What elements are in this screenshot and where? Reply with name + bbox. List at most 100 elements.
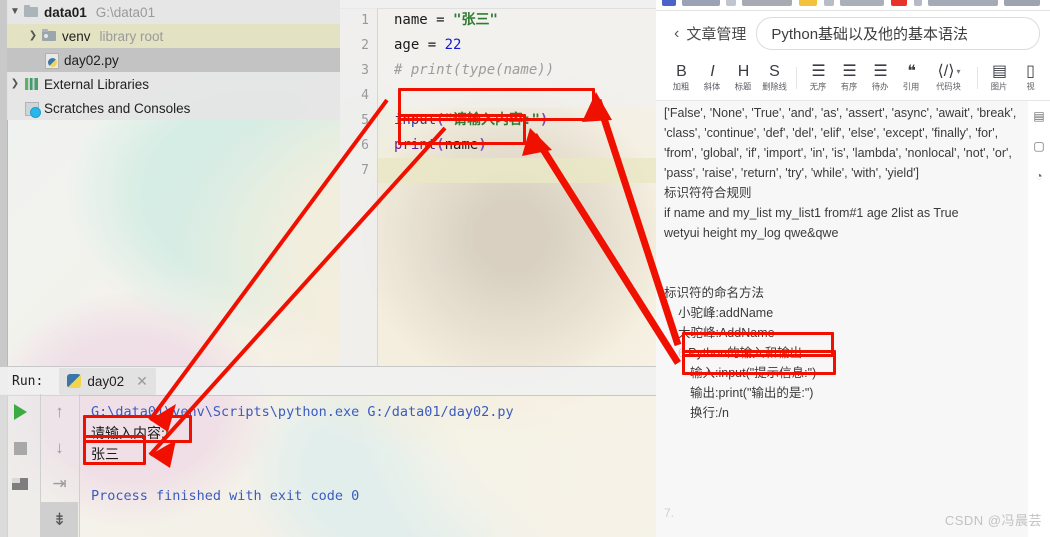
doc-line: 'from', 'global', 'if', 'import', 'in', … (664, 146, 1012, 160)
bookmark-icon[interactable] (1004, 0, 1040, 6)
bookmark-icon[interactable] (824, 0, 834, 6)
doc-line-blank (664, 423, 1024, 443)
image-icon: ▤ (991, 62, 1008, 80)
bookmark-icon[interactable] (682, 0, 720, 6)
code-token: ) (539, 112, 549, 128)
tree-item-venv[interactable]: ❯ venv library root (7, 24, 340, 48)
toolbar-divider (977, 67, 978, 89)
ordered-list-button[interactable]: ☰ 有序 (834, 63, 865, 93)
strikethrough-label: 删除线 (762, 82, 787, 92)
chevron-down-icon[interactable]: ▾ (956, 64, 960, 79)
bookmark-icon[interactable] (742, 0, 792, 6)
arrow-down-icon[interactable]: ↓ (41, 430, 78, 466)
layout-icon[interactable] (0, 466, 40, 502)
bookmark-icon[interactable] (662, 0, 676, 6)
code-line-4[interactable] (378, 83, 656, 108)
toolbar-divider (796, 67, 797, 89)
chevron-down-icon[interactable]: ▼ (7, 7, 23, 17)
tree-item-data01[interactable]: ▼ data01 G:\data01 (7, 0, 340, 24)
bold-button[interactable]: B 加粗 (666, 63, 697, 93)
browser-window: ‹ 文章管理 Python基础以及他的基本语法 B 加粗 I 斜体 H 标题 S… (656, 0, 1050, 537)
todo-list-icon: ☰ (873, 62, 888, 80)
editor-toolbar[interactable]: B 加粗 I 斜体 H 标题 S 删除线 ☰ 无序 ☰ 有序 ☰ 待办 ❝ 引用… (656, 56, 1050, 101)
video-icon: ▯ (1026, 62, 1035, 80)
code-token: age = (394, 37, 445, 53)
console-line-output: 张三 (91, 446, 119, 462)
unordered-list-button[interactable]: ☰ 无序 (803, 63, 834, 93)
chevron-left-icon: ‹ (674, 24, 680, 42)
arrow-up-icon[interactable]: ↑ (41, 394, 78, 430)
code-token: ) (478, 137, 487, 153)
run-icon[interactable] (0, 394, 40, 430)
article-title-input[interactable]: Python基础以及他的基本语法 (756, 17, 1040, 50)
doc-line: 标识符的命名方法 (664, 286, 765, 300)
doc-line: 输出:print("输出的是:") (690, 386, 814, 400)
italic-button[interactable]: I 斜体 (697, 63, 728, 93)
chevron-right-icon[interactable]: ❯ (7, 79, 23, 89)
code-block-button[interactable]: ⟨/⟩ ▾ 代码块 (927, 63, 971, 93)
unordered-list-icon: ☰ (811, 62, 826, 80)
scroll-to-end-icon[interactable]: ⇟ (41, 502, 78, 537)
bookmark-icon[interactable] (799, 0, 817, 6)
code-line-5[interactable]: input("请输入内容:") (378, 108, 656, 133)
bookmark-icon[interactable] (928, 0, 998, 6)
code-token: input (394, 112, 437, 128)
todo-list-label: 待办 (872, 82, 889, 92)
image-button[interactable]: ▤ 图片 (984, 63, 1015, 93)
tree-item-day02-py[interactable]: day02.py (7, 48, 340, 72)
markdown-editor-body[interactable]: ['False', 'None', 'True', 'and', 'as', '… (656, 101, 1029, 537)
code-token: print (394, 137, 437, 153)
code-line-1[interactable]: name = "张三" (378, 8, 656, 33)
unordered-list-label: 无序 (810, 82, 827, 92)
tree-item-detail: G:\data01 (95, 4, 156, 20)
quote-button[interactable]: ❝ 引用 (896, 63, 927, 93)
back-to-article-management-button[interactable]: ‹ 文章管理 (674, 23, 746, 44)
ordered-list-label: 有序 (841, 82, 858, 92)
tree-item-label: data01 (44, 4, 87, 20)
template-icon[interactable]: ▢ (1028, 131, 1050, 161)
heading-button[interactable]: H 标题 (728, 63, 759, 93)
code-editor[interactable]: 1 2 3 4 5 6 7 name = "张三" age = 22 # pri… (340, 0, 656, 366)
run-action-toolbar[interactable] (0, 394, 40, 537)
code-line-6[interactable]: print(name) (378, 133, 656, 158)
video-button[interactable]: ▯ 视 (1015, 63, 1046, 93)
run-console-output[interactable]: G:\data01\venv\Scripts\python.exe G:/dat… (79, 394, 656, 537)
code-token: name (444, 137, 479, 153)
bookmark-icon[interactable] (891, 0, 907, 6)
tree-item-scratches-and-consoles[interactable]: Scratches and Consoles (7, 96, 340, 120)
code-token: name = (394, 12, 454, 28)
heading-icon: H (737, 62, 750, 80)
bookmark-icon[interactable] (726, 0, 736, 6)
doc-line-text: Python的输入和输出 (688, 346, 803, 360)
stop-icon[interactable] (0, 430, 40, 466)
doc-line-blank (664, 243, 1024, 263)
bookmark-icon[interactable] (840, 0, 884, 6)
screenshot-root: ▼ data01 G:\data01 ❯ venv library root d… (0, 0, 1050, 537)
run-tab-day02[interactable]: day02 ✕ (59, 367, 156, 395)
chevron-right-icon[interactable]: ❯ (25, 31, 41, 41)
tree-item-external-libraries[interactable]: ❯ External Libraries (7, 72, 340, 96)
document-content[interactable]: ['False', 'None', 'True', 'and', 'as', '… (664, 103, 1024, 537)
help-icon[interactable]: ◔ (1028, 161, 1050, 191)
editor-code-content[interactable]: name = "张三" age = 22 # print(type(name))… (378, 8, 656, 366)
close-icon[interactable]: ✕ (136, 373, 148, 390)
console-action-toolbar[interactable]: ↑ ↓ ⇥ ⇟ (40, 394, 80, 537)
soft-wrap-icon[interactable]: ⇥ (41, 466, 78, 502)
video-label: 视 (1026, 82, 1035, 92)
console-caret: I (164, 425, 169, 441)
quote-label: 引用 (903, 82, 920, 92)
doc-line: 'pass', 'raise', 'return', 'try', 'while… (664, 166, 920, 180)
history-icon[interactable]: ▤ (1028, 101, 1050, 131)
editor-right-sidebar[interactable]: ▤ ▢ ◔ (1028, 101, 1050, 537)
browser-bookmarks-bar[interactable] (656, 0, 1050, 10)
todo-list-button[interactable]: ☰ 待办 (865, 63, 896, 93)
code-line-7[interactable] (378, 158, 656, 183)
doc-line: if name and my_list my_list1 from#1 age … (664, 206, 959, 220)
code-line-3[interactable]: # print(type(name)) (378, 58, 656, 83)
code-block-icon: ⟨/⟩ ▾ (937, 62, 961, 80)
strikethrough-button[interactable]: S 删除线 (759, 63, 790, 93)
bookmark-icon[interactable] (914, 0, 922, 6)
project-tree[interactable]: ▼ data01 G:\data01 ❯ venv library root d… (7, 0, 340, 120)
code-line-2[interactable]: age = 22 (378, 33, 656, 58)
console-line-command: G:\data01\venv\Scripts\python.exe G:/dat… (91, 404, 514, 420)
